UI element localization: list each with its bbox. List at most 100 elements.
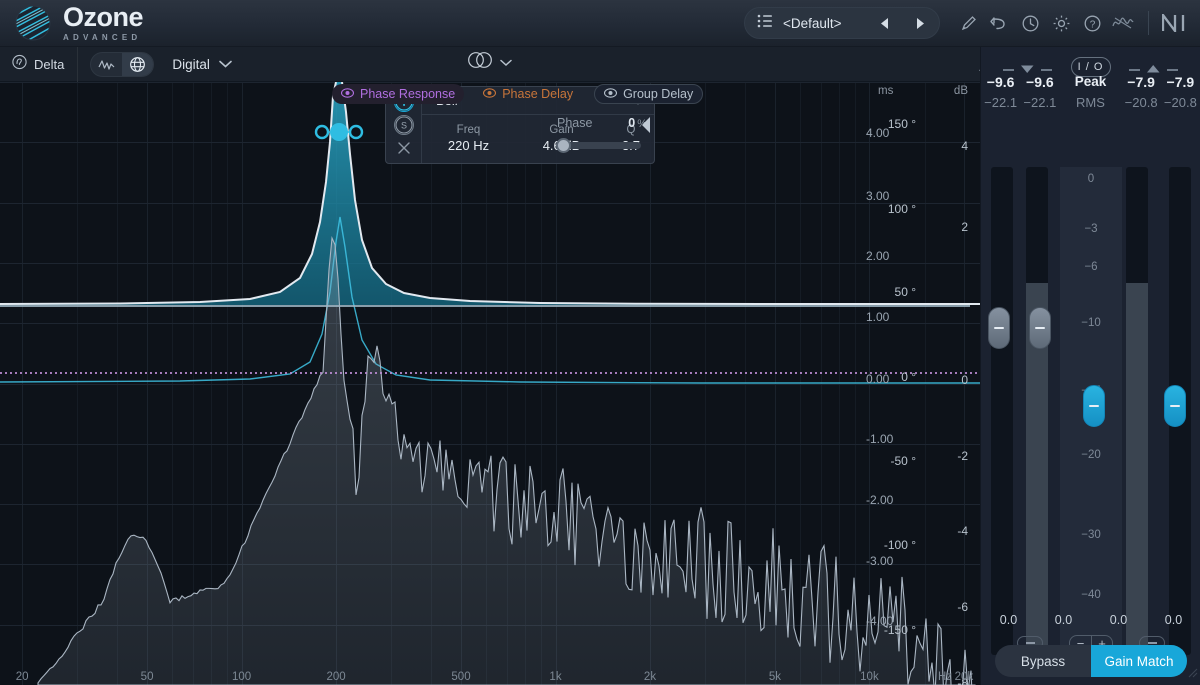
axis-tick-label: 150 ° [887, 117, 916, 131]
delta-label: Delta [34, 56, 65, 72]
pencil-icon[interactable] [954, 9, 982, 37]
help-icon[interactable]: ? [1078, 9, 1106, 37]
fader-grip [994, 327, 1004, 329]
ear-icon [12, 54, 27, 75]
io-label: I / O [1077, 61, 1104, 73]
output-gain-left[interactable]: 0.0 [1091, 613, 1146, 627]
tool-icons: ? [954, 9, 1188, 37]
meter-footer: 0.0 0.0 0.0 0.0 − + Bypass Gain Match [981, 605, 1200, 685]
s-circle-icon[interactable]: S [393, 114, 414, 135]
ozone-window: Ozone ADVANCED <Default> ? Delta Digital… [0, 0, 1200, 685]
freq-axis-unit: Hz [937, 671, 953, 683]
preset-selector[interactable]: <Default> [744, 7, 940, 39]
output-fader-left[interactable] [1083, 385, 1105, 427]
eye-icon[interactable] [340, 87, 355, 101]
group-delay-curve [0, 216, 980, 384]
axis-tick-label: ms [878, 85, 894, 97]
globe-view-icon[interactable] [122, 52, 154, 76]
bypass-button[interactable]: Bypass [995, 645, 1091, 677]
axis-tick-label: 1.00 [866, 310, 890, 324]
freq-tick-label: 20k [954, 671, 974, 683]
app-logo: Ozone ADVANCED [0, 2, 144, 42]
ni-logo-icon[interactable] [1160, 9, 1188, 37]
meter-scale-tick: −30 [1081, 529, 1101, 541]
delta-button[interactable]: Delta [0, 46, 79, 82]
output-gain-right[interactable]: 0.0 [1146, 613, 1200, 627]
chevron-down-icon[interactable] [219, 55, 232, 73]
param-freq[interactable]: Freq 220 Hz [422, 123, 515, 154]
waveform-view-icon[interactable] [91, 53, 122, 76]
frequency-axis: 20 50 100 200 500 1k 2k 5k 10k 20k Hz [0, 661, 980, 685]
next-arrow-icon[interactable] [907, 10, 933, 36]
preset-name: <Default> [783, 15, 842, 31]
input-rms-right: −22.1 [1023, 95, 1057, 110]
input-fader-right[interactable] [1029, 307, 1051, 349]
meter-scale-tick: 0 [1087, 173, 1095, 185]
input-gain-left[interactable]: 0.0 [981, 613, 1036, 627]
freq-tick-label: 10k [860, 671, 879, 683]
band-q-right-handle [348, 124, 364, 140]
waveform-icon[interactable] [1109, 9, 1137, 37]
phase-knob[interactable] [556, 138, 571, 153]
axis-tick-label: 4 [961, 139, 968, 153]
output-rms-right: −20.8 [1163, 95, 1197, 110]
mode-selector[interactable]: Digital [172, 55, 232, 73]
dash [1041, 69, 1052, 71]
list-icon[interactable] [757, 14, 773, 33]
legend-phase-response[interactable]: Phase Response [332, 84, 465, 104]
curves [0, 82, 980, 685]
meter-body: 0−3−6−10−15−20−30−40−50−Inf [981, 167, 1200, 657]
input-peak-left: −9.6 [986, 74, 1015, 90]
freq-tick-label: 50 [140, 671, 154, 683]
meter-scale-tick: −10 [1081, 317, 1101, 329]
dash [1167, 69, 1178, 71]
prev-arrow-icon[interactable] [871, 10, 897, 36]
eq-analyzer-canvas[interactable]: 4.00 3.00 2.00 1.00 0.00 -1.00 -2.00 -3.00 -4.00… [0, 82, 980, 685]
x-icon[interactable] [394, 138, 414, 158]
dash [1003, 69, 1014, 71]
axis-tick-label: -100 ° [883, 538, 916, 552]
eye-icon[interactable] [604, 87, 618, 101]
bottom-buttons: Bypass Gain Match [995, 645, 1187, 677]
freq-tick-label: 5k [768, 671, 782, 683]
axis-tick-label: dB [953, 85, 968, 97]
stereo-mode-selector[interactable] [466, 50, 512, 75]
resize-grip-icon[interactable] [1186, 665, 1198, 683]
peak-values-row: −9.6 −9.6 Peak −7.9 −7.9 [981, 74, 1200, 90]
history-icon[interactable] [1016, 9, 1044, 37]
axis-tick-label: 100 ° [887, 202, 916, 216]
chevron-down-icon[interactable] [500, 54, 512, 72]
input-fader-left[interactable] [988, 307, 1010, 349]
param-value[interactable]: 220 Hz [422, 138, 515, 155]
phase-slider[interactable] [556, 138, 641, 153]
legend-group-delay[interactable]: Group Delay [594, 84, 704, 104]
fader-grip [1170, 405, 1180, 407]
param-name: Freq [456, 124, 481, 137]
eye-icon[interactable] [483, 87, 497, 101]
band-q-left-handle [314, 124, 330, 140]
input-gain-right[interactable]: 0.0 [1036, 613, 1091, 627]
output-fader-right[interactable] [1164, 385, 1186, 427]
gain-match-button[interactable]: Gain Match [1091, 645, 1187, 677]
axis-tick-label: 3.00 [866, 189, 890, 203]
app-title: Ozone [63, 2, 144, 32]
gear-icon[interactable] [1047, 9, 1075, 37]
input-meter-right [1026, 167, 1048, 655]
undo-icon[interactable] [985, 9, 1013, 37]
freq-tick-label: 20 [15, 671, 29, 683]
dash [1129, 69, 1140, 71]
axis-tick-label: 0 [961, 373, 968, 387]
legend-phase-delay[interactable]: Phase Delay [474, 84, 582, 104]
divider [1148, 11, 1149, 35]
meter-fill [1126, 283, 1148, 655]
top-bar: Ozone ADVANCED <Default> ? [0, 0, 1200, 47]
axis-tick-label: -150 ° [883, 623, 916, 637]
legend-label: Phase Response [360, 87, 456, 101]
peak-label: Peak [1074, 74, 1107, 89]
view-toggle[interactable] [90, 51, 155, 77]
collapse-left-icon[interactable] [640, 116, 652, 139]
stereo-link-icon [466, 50, 494, 75]
top-bar-controls: <Default> ? [744, 7, 1200, 39]
link-glyph [1025, 642, 1035, 644]
axis-tick-label: -3.00 [866, 554, 894, 568]
